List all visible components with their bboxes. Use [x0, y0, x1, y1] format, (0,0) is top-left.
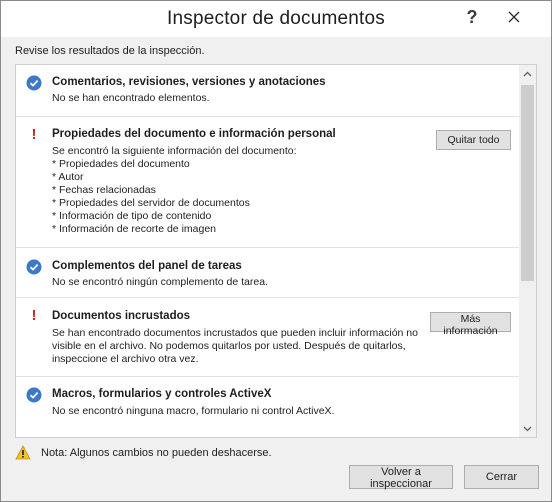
- section-body: No se encontró ningún complemento de tar…: [52, 276, 268, 288]
- chevron-up-icon: [523, 71, 532, 76]
- close-dialog-button[interactable]: Cerrar: [464, 465, 539, 489]
- inspection-results-list: Comentarios, revisiones, versiones y ano…: [15, 64, 537, 438]
- check-circle-icon: [26, 387, 42, 403]
- help-button[interactable]: ?: [457, 3, 487, 31]
- warning-triangle-icon: [15, 445, 31, 460]
- section-body: Se encontró la siguiente información del…: [52, 145, 297, 235]
- check-circle-icon: [26, 75, 42, 91]
- exclamation-icon: !: [31, 126, 37, 143]
- section-title: Propiedades del documento e información …: [52, 128, 336, 140]
- result-section-comments: Comentarios, revisiones, versiones y ano…: [16, 65, 519, 117]
- section-title: Macros, formularios y controles ActiveX: [52, 388, 272, 400]
- scroll-up-button[interactable]: [519, 65, 536, 82]
- chevron-down-icon: [523, 426, 532, 431]
- section-title: Complementos del panel de tareas: [52, 260, 242, 272]
- document-inspector-dialog: Inspector de documentos ? Revise los res…: [0, 0, 552, 502]
- section-body: No se encontró ninguna macro, formulario…: [52, 405, 335, 417]
- close-icon: [508, 11, 520, 23]
- results-scrollbar[interactable]: [519, 65, 536, 437]
- section-body: No se han encontrado elementos.: [52, 92, 210, 104]
- scroll-down-button[interactable]: [519, 420, 536, 437]
- result-section-macros: Macros, formularios y controles ActiveX …: [16, 377, 519, 437]
- more-info-button[interactable]: Más información: [430, 312, 511, 337]
- result-section-properties: ! Propiedades del documento e informació…: [16, 117, 519, 248]
- section-body: Se han encontrado documentos incrustados…: [52, 327, 418, 365]
- title-bar: Inspector de documentos ?: [1, 1, 551, 37]
- section-title: Documentos incrustados: [52, 310, 191, 322]
- section-title: Comentarios, revisiones, versiones y ano…: [52, 76, 326, 88]
- close-button[interactable]: [491, 3, 537, 31]
- note-text: Nota: Algunos cambios no pueden deshacer…: [41, 446, 272, 459]
- reinspect-button[interactable]: Volver a inspeccionar: [349, 465, 453, 490]
- instructions-text: Revise los resultados de la inspección.: [15, 45, 205, 57]
- check-circle-icon: [26, 259, 42, 275]
- note: Nota: Algunos cambios no pueden deshacer…: [15, 445, 272, 460]
- result-section-embedded-documents: ! Documentos incrustados Se han encontra…: [16, 298, 519, 377]
- remove-all-button[interactable]: Quitar todo: [436, 130, 511, 150]
- scroll-thumb[interactable]: [521, 85, 534, 281]
- help-icon: ?: [466, 6, 478, 27]
- exclamation-icon: !: [31, 307, 37, 324]
- result-section-task-pane-addins: Complementos del panel de tareas No se e…: [16, 248, 519, 298]
